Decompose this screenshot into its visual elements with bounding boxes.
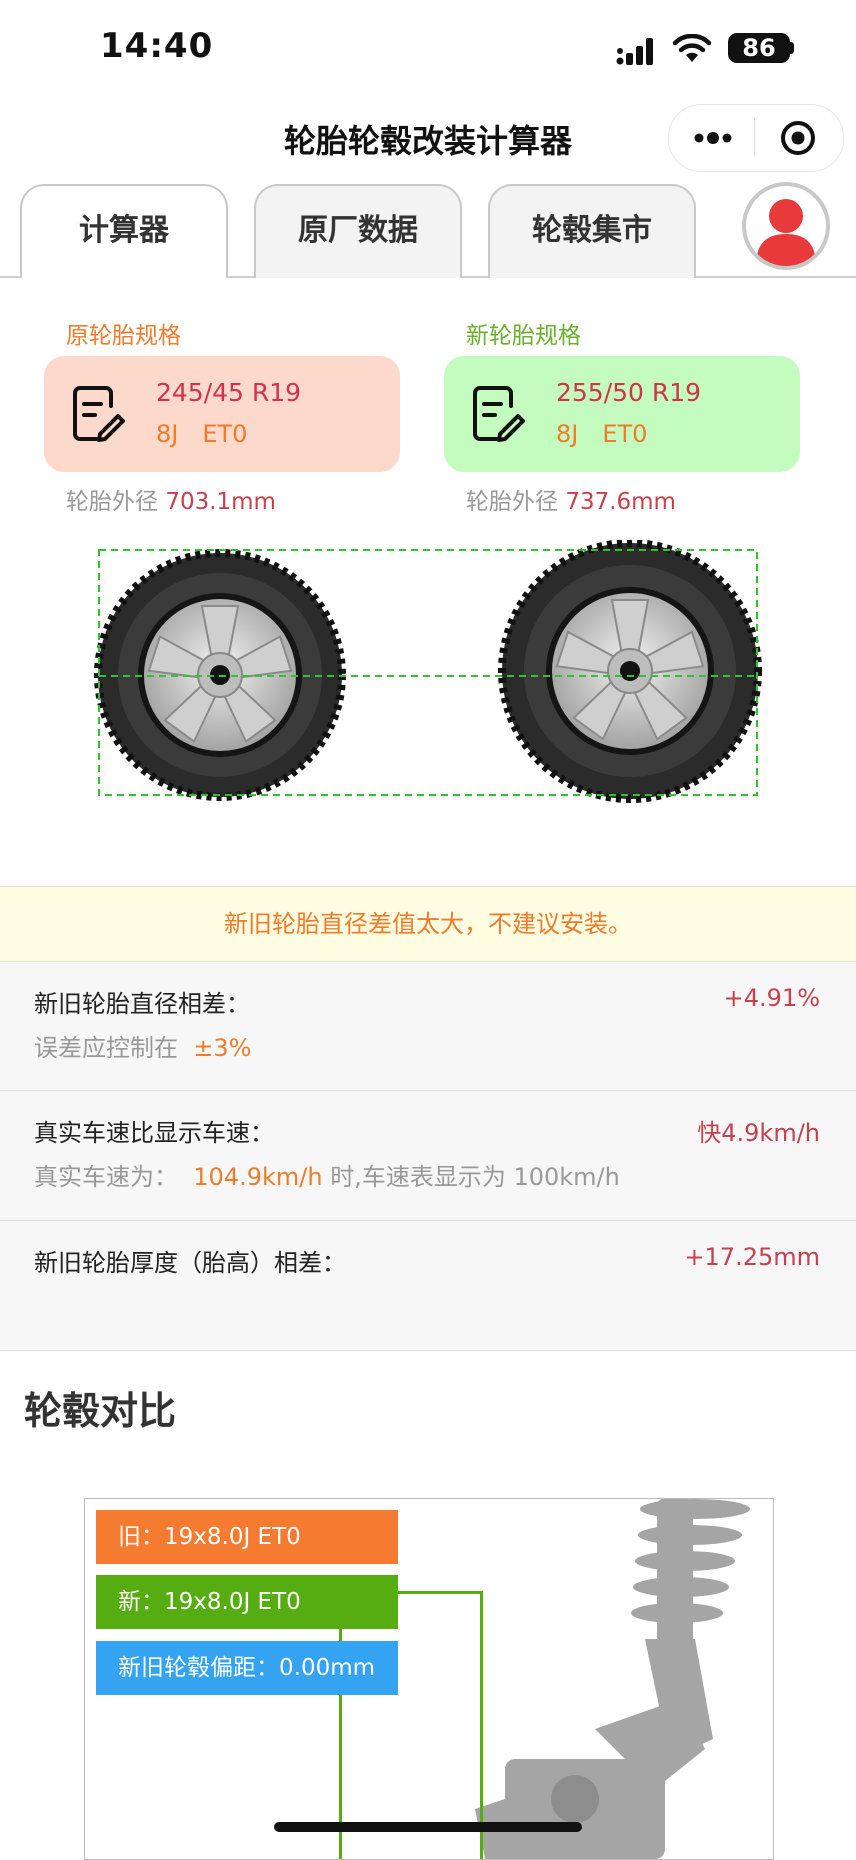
speed-diff-label: 真实车速比显示车速： [34, 1119, 274, 1147]
tolerance-value: ±3% [193, 1034, 252, 1062]
battery-tip [790, 42, 794, 54]
more-icon[interactable] [690, 126, 736, 150]
tab-factory-data[interactable]: 原厂数据 [254, 184, 462, 278]
real-speed-text: 真实车速为： 104.9km/h 时,车速表显示为 100km/h [34, 1163, 620, 1191]
battery-indicator: 86 [728, 33, 790, 63]
thickness-diff-row: 新旧轮胎厚度（胎高）相差： +17.25mm [0, 1221, 856, 1351]
diameter-diff-row: 新旧轮胎直径相差： +4.91% 误差应控制在 ±3% [0, 962, 856, 1091]
new-tire-image [498, 540, 762, 803]
old-wheel-label: 旧：19x8.0J ET0 [96, 1510, 398, 1564]
diameter-diff-label: 新旧轮胎直径相差： [34, 990, 250, 1018]
warning-banner: 新旧轮胎直径差值太大，不建议安装。 [0, 886, 856, 962]
close-target-icon[interactable] [779, 119, 817, 157]
tab-wheel-market[interactable]: 轮毂集市 [488, 184, 696, 278]
new-tire-size: 255/50 R19 [556, 378, 702, 407]
original-spec-card[interactable]: 245/45 R19 8J ET0 [44, 356, 400, 472]
avatar[interactable] [742, 182, 830, 270]
edit-doc-icon [473, 386, 525, 442]
thickness-diff-label: 新旧轮胎厚度（胎高）相差： [34, 1249, 346, 1277]
new-wheel-label: 新：19x8.0J ET0 [96, 1575, 398, 1629]
user-icon [756, 199, 816, 266]
original-outer-diameter: 轮胎外径 703.1mm [66, 489, 276, 515]
new-rim-spec: 8J ET0 [556, 420, 648, 448]
new-outer-diameter: 轮胎外径 737.6mm [466, 489, 676, 515]
original-rim-spec: 8J ET0 [156, 420, 248, 448]
original-outer-value: 703.1mm [165, 489, 276, 515]
diameter-diff-value: +4.91% [723, 984, 820, 1012]
original-tire-size: 245/45 R19 [156, 378, 302, 407]
thickness-diff-value: +17.25mm [684, 1243, 820, 1271]
speed-diff-row: 真实车速比显示车速： 快4.9km/h 真实车速为： 104.9km/h 时,车… [0, 1091, 856, 1221]
home-indicator [274, 1822, 582, 1832]
speed-diff-value: 快4.9km/h [697, 1119, 820, 1147]
wheel-compare-title: 轮毂对比 [24, 1389, 177, 1433]
suspension-strut-image [475, 1499, 750, 1859]
wifi-icon [672, 34, 712, 62]
new-spec-label: 新轮胎规格 [466, 323, 581, 349]
signal-icon [616, 38, 653, 65]
new-outer-value: 737.6mm [565, 489, 676, 515]
new-spec-card[interactable]: 255/50 R19 8J ET0 [444, 356, 800, 472]
wheel-outline-new [339, 1591, 483, 1859]
status-time: 14:40 [100, 26, 214, 66]
tab-calculator[interactable]: 计算器 [20, 184, 228, 278]
diameter-tolerance: 误差应控制在 ±3% [34, 1034, 252, 1062]
offset-label: 新旧轮毂偏距：0.00mm [96, 1641, 398, 1695]
edit-doc-icon [73, 386, 125, 442]
tire-comparison-illustration [94, 540, 762, 803]
real-speed-value: 104.9km/h [193, 1163, 323, 1191]
capsule-divider [754, 118, 755, 156]
original-spec-label: 原轮胎规格 [66, 323, 181, 349]
